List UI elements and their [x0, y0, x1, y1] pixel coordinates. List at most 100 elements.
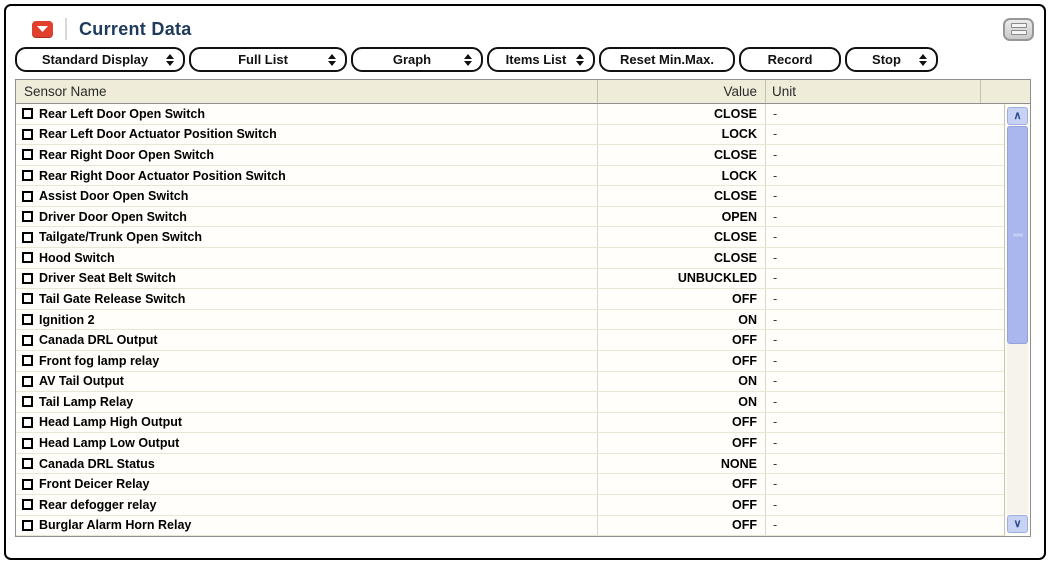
row-checkbox[interactable] [22, 252, 33, 263]
sensor-value: ON [598, 310, 766, 330]
table-row[interactable]: Front fog lamp relayOFF- [16, 351, 1004, 372]
scroll-down-button[interactable]: ∨ [1007, 515, 1028, 533]
sensor-name: Tail Gate Release Switch [39, 292, 185, 306]
sensor-name: Ignition 2 [39, 313, 95, 327]
row-checkbox[interactable] [22, 293, 33, 304]
sensor-value: LOCK [598, 125, 766, 145]
row-checkbox[interactable] [22, 355, 33, 366]
sensor-value: NONE [598, 454, 766, 474]
table-body: Rear Left Door Open SwitchCLOSE-Rear Lef… [16, 104, 1004, 536]
sensor-unit: - [766, 227, 980, 247]
sensor-unit: - [766, 351, 980, 371]
dropdown-arrows-icon [919, 54, 927, 66]
sensor-name: Canada DRL Status [39, 457, 155, 471]
table-row[interactable]: Canada DRL StatusNONE- [16, 454, 1004, 475]
row-checkbox[interactable] [22, 376, 33, 387]
collapse-button[interactable] [32, 21, 53, 38]
scrollbar-grip-icon [1013, 231, 1023, 240]
table-row[interactable]: Rear Right Door Actuator Position Switch… [16, 166, 1004, 187]
table-row[interactable]: Burglar Alarm Horn RelayOFF- [16, 516, 1004, 537]
sensor-name: Canada DRL Output [39, 333, 158, 347]
table-row[interactable]: Rear defogger relayOFF- [16, 495, 1004, 516]
row-checkbox[interactable] [22, 335, 33, 346]
row-checkbox[interactable] [22, 396, 33, 407]
row-checkbox[interactable] [22, 149, 33, 160]
toolbar-button-full-list[interactable]: Full List [189, 47, 347, 72]
sensor-value: CLOSE [598, 227, 766, 247]
sensor-name: Rear Right Door Actuator Position Switch [39, 169, 286, 183]
row-checkbox[interactable] [22, 417, 33, 428]
table-row[interactable]: Rear Right Door Open SwitchCLOSE- [16, 145, 1004, 166]
current-data-window: Current Data Standard DisplayFull ListGr… [4, 4, 1046, 560]
sensor-name: Rear Right Door Open Switch [39, 148, 214, 162]
toolbar-button-graph[interactable]: Graph [351, 47, 483, 72]
sensor-value: CLOSE [598, 145, 766, 165]
sensor-table: Sensor Name Value Unit Rear Left Door Op… [15, 79, 1031, 537]
row-checkbox[interactable] [22, 232, 33, 243]
chevron-up-icon: ∧ [1013, 111, 1021, 122]
sensor-value: ON [598, 392, 766, 412]
row-checkbox[interactable] [22, 520, 33, 531]
toolbar-button-reset-min-max[interactable]: Reset Min.Max. [599, 47, 735, 72]
table-row[interactable]: Head Lamp High OutputOFF- [16, 413, 1004, 434]
sensor-value: CLOSE [598, 104, 766, 124]
sensor-unit: - [766, 495, 980, 515]
sensor-value: OFF [598, 495, 766, 515]
table-row[interactable]: Tail Gate Release SwitchOFF- [16, 289, 1004, 310]
toolbar-button-stop[interactable]: Stop [845, 47, 938, 72]
table-row[interactable]: Canada DRL OutputOFF- [16, 330, 1004, 351]
sensor-unit: - [766, 186, 980, 206]
sensor-name: Rear Left Door Open Switch [39, 107, 205, 121]
table-row[interactable]: Rear Left Door Open SwitchCLOSE- [16, 104, 1004, 125]
row-checkbox[interactable] [22, 438, 33, 449]
row-checkbox[interactable] [22, 170, 33, 181]
row-checkbox[interactable] [22, 314, 33, 325]
table-row[interactable]: Tailgate/Trunk Open SwitchCLOSE- [16, 227, 1004, 248]
row-checkbox[interactable] [22, 273, 33, 284]
scrollbar-thumb[interactable] [1007, 126, 1028, 344]
table-row[interactable]: Driver Door Open SwitchOPEN- [16, 207, 1004, 228]
layout-bars-icon [1011, 23, 1027, 28]
toolbar-button-label: Full List [238, 52, 288, 67]
table-row[interactable]: Front Deicer RelayOFF- [16, 474, 1004, 495]
dropdown-arrows-icon [464, 54, 472, 66]
table-row[interactable]: Head Lamp Low OutputOFF- [16, 433, 1004, 454]
header-sensor-name: Sensor Name [16, 80, 598, 103]
sensor-value: OFF [598, 289, 766, 309]
sensor-value: LOCK [598, 166, 766, 186]
toolbar-button-label: Graph [393, 52, 431, 67]
row-checkbox[interactable] [22, 211, 33, 222]
table-row[interactable]: Driver Seat Belt SwitchUNBUCKLED- [16, 269, 1004, 290]
row-checkbox[interactable] [22, 499, 33, 510]
window-layout-button[interactable] [1003, 18, 1034, 41]
sensor-unit: - [766, 248, 980, 268]
title-divider [65, 18, 67, 40]
header-scroll-spacer [980, 80, 1030, 103]
sensor-value: OFF [598, 413, 766, 433]
toolbar-button-standard-display[interactable]: Standard Display [15, 47, 185, 72]
table-row[interactable]: Tail Lamp RelayON- [16, 392, 1004, 413]
table-header-row: Sensor Name Value Unit [16, 80, 1030, 104]
chevron-down-icon [37, 26, 48, 32]
scroll-up-button[interactable]: ∧ [1007, 107, 1028, 125]
table-row[interactable]: Rear Left Door Actuator Position SwitchL… [16, 125, 1004, 146]
sensor-value: ON [598, 372, 766, 392]
row-checkbox[interactable] [22, 458, 33, 469]
row-checkbox[interactable] [22, 191, 33, 202]
row-checkbox[interactable] [22, 129, 33, 140]
sensor-name: AV Tail Output [39, 374, 124, 388]
table-row[interactable]: Assist Door Open SwitchCLOSE- [16, 186, 1004, 207]
row-checkbox[interactable] [22, 108, 33, 119]
toolbar-button-items-list[interactable]: Items List [487, 47, 595, 72]
toolbar-button-label: Stop [872, 52, 901, 67]
sensor-unit: - [766, 310, 980, 330]
layout-bars-icon [1011, 30, 1027, 35]
sensor-unit: - [766, 125, 980, 145]
dropdown-arrows-icon [328, 54, 336, 66]
toolbar-button-record[interactable]: Record [739, 47, 841, 72]
vertical-scrollbar[interactable]: ∧ ∨ [1004, 104, 1030, 536]
row-checkbox[interactable] [22, 479, 33, 490]
table-row[interactable]: Ignition 2 ON- [16, 310, 1004, 331]
table-row[interactable]: AV Tail OutputON- [16, 372, 1004, 393]
table-row[interactable]: Hood SwitchCLOSE- [16, 248, 1004, 269]
